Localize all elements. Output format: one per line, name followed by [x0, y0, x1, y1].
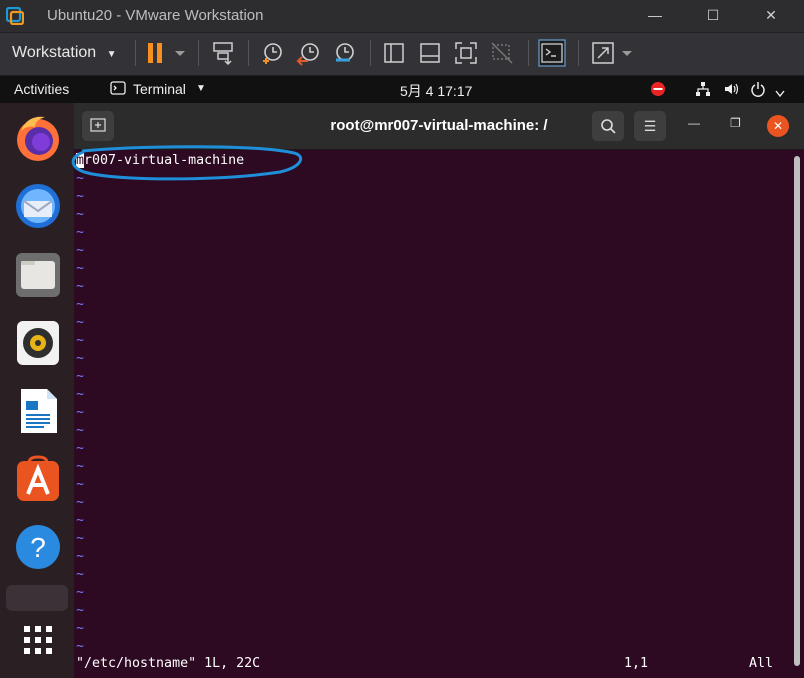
ubuntu-top-bar: Activities Terminal ▼ 5月 4 17:17 — [0, 76, 804, 103]
ubuntu-software-icon[interactable] — [13, 454, 63, 504]
terminal-body[interactable]: mr007-virtual-machine ~ ~ ~ ~ ~ ~ ~ ~ ~ ~ ~ ~ ~ ~ ~ ~ ~ ~… — [74, 150, 791, 678]
app-menu-terminal[interactable]: Terminal — [133, 81, 186, 97]
empty-line-tilde: ~ — [76, 351, 85, 366]
toolbar-divider — [135, 40, 136, 66]
empty-line-tilde: ~ — [76, 423, 85, 438]
terminal-scrollbar[interactable] — [791, 150, 804, 678]
restore-terminal-button[interactable]: ❐ — [730, 116, 741, 130]
chevron-down-icon: ▼ — [196, 83, 206, 94]
empty-line-tilde: ~ — [76, 243, 85, 258]
empty-line-tilde: ~ — [76, 531, 85, 546]
network-icon[interactable] — [695, 81, 711, 100]
empty-line-tilde: ~ — [76, 495, 85, 510]
take-snapshot-icon[interactable] — [258, 39, 286, 67]
thunderbird-icon[interactable] — [13, 181, 63, 231]
empty-line-tilde: ~ — [76, 369, 85, 384]
empty-line-tilde: ~ — [76, 459, 85, 474]
vim-status-file: "/etc/hostname" 1L, 22C — [76, 656, 261, 671]
toolbar-divider — [198, 40, 199, 66]
clock[interactable]: 5月 4 17:17 — [400, 81, 472, 101]
search-button[interactable] — [592, 111, 624, 141]
empty-line-tilde: ~ — [76, 189, 85, 204]
volume-icon[interactable] — [723, 81, 739, 100]
empty-line-tilde: ~ — [76, 297, 85, 312]
empty-line-tilde: ~ — [76, 477, 85, 492]
maximize-window-button[interactable]: ☐ — [684, 0, 742, 32]
do-not-disturb-icon[interactable] — [650, 81, 666, 100]
pause-vm-icon[interactable] — [142, 39, 188, 67]
chevron-down-icon: ▼ — [106, 49, 117, 60]
activities-button[interactable]: Activities — [14, 81, 69, 97]
empty-line-tilde: ~ — [76, 549, 85, 564]
show-library-icon[interactable] — [380, 39, 408, 67]
workstation-menu[interactable]: Workstation ▼ — [6, 38, 123, 68]
empty-line-tilde: ~ — [76, 261, 85, 276]
snapshot-manager-icon[interactable] — [330, 39, 358, 67]
search-icon — [601, 119, 616, 134]
vim-status-scroll: All — [749, 656, 774, 671]
show-applications-icon[interactable] — [13, 615, 63, 665]
empty-line-tilde: ~ — [76, 279, 85, 294]
empty-line-tilde: ~ — [76, 405, 85, 420]
vmware-toolbar: Workstation ▼ — [0, 33, 804, 76]
console-view-icon[interactable] — [538, 39, 566, 67]
empty-line-tilde: ~ — [76, 315, 85, 330]
unity-mode-icon[interactable] — [488, 39, 516, 67]
firefox-icon[interactable] — [13, 113, 63, 163]
libreoffice-writer-icon[interactable] — [13, 386, 63, 436]
vmware-logo-icon — [6, 7, 24, 25]
toolbar-divider — [578, 40, 579, 66]
empty-line-tilde: ~ — [76, 441, 85, 456]
empty-line-tilde: ~ — [76, 225, 85, 240]
thumbnail-bar-icon[interactable] — [416, 39, 444, 67]
system-menu-arrow-icon[interactable] — [775, 85, 785, 101]
rhythmbox-icon[interactable] — [13, 318, 63, 368]
empty-line-tilde: ~ — [76, 603, 85, 618]
revert-snapshot-icon[interactable] — [294, 39, 322, 67]
annotation-ellipse — [71, 145, 303, 181]
empty-line-tilde: ~ — [76, 621, 85, 636]
toolbar-divider — [528, 40, 529, 66]
power-icon[interactable] — [750, 81, 766, 100]
close-terminal-button[interactable]: ✕ — [767, 115, 789, 137]
svg-text:?: ? — [30, 532, 46, 563]
empty-line-tilde: ~ — [76, 387, 85, 402]
minimize-terminal-button[interactable]: — — [688, 116, 700, 130]
help-icon[interactable]: ? — [13, 522, 63, 572]
ubuntu-dock: ? — [0, 103, 74, 678]
empty-line-tilde: ~ — [76, 513, 85, 528]
empty-line-tilde: ~ — [76, 333, 85, 348]
full-screen-icon[interactable] — [452, 39, 480, 67]
toolbar-divider — [370, 40, 371, 66]
minimize-window-button[interactable]: — — [626, 0, 684, 32]
vim-status-position: 1,1 — [624, 656, 649, 671]
workstation-menu-label: Workstation — [12, 44, 97, 61]
hamburger-menu-button[interactable]: ☰ — [634, 111, 666, 141]
minimized-window-indicator — [6, 585, 68, 611]
hamburger-menu-icon: ☰ — [643, 118, 657, 134]
close-window-button[interactable]: ✕ — [742, 0, 800, 32]
window-title: Ubuntu20 - VMware Workstation — [47, 7, 264, 24]
empty-line-tilde: ~ — [76, 585, 85, 600]
scrollbar-thumb[interactable] — [794, 156, 800, 666]
empty-line-tilde: ~ — [76, 639, 85, 654]
vmware-title-bar: Ubuntu20 - VMware Workstation — ☐ ✕ — [0, 0, 804, 33]
toolbar-divider — [248, 40, 249, 66]
send-keys-icon[interactable] — [210, 39, 238, 67]
files-icon[interactable] — [13, 250, 63, 300]
empty-line-tilde: ~ — [76, 207, 85, 222]
stretch-guest-icon[interactable] — [590, 39, 636, 67]
empty-line-tilde: ~ — [76, 567, 85, 582]
terminal-app-icon — [110, 80, 126, 99]
